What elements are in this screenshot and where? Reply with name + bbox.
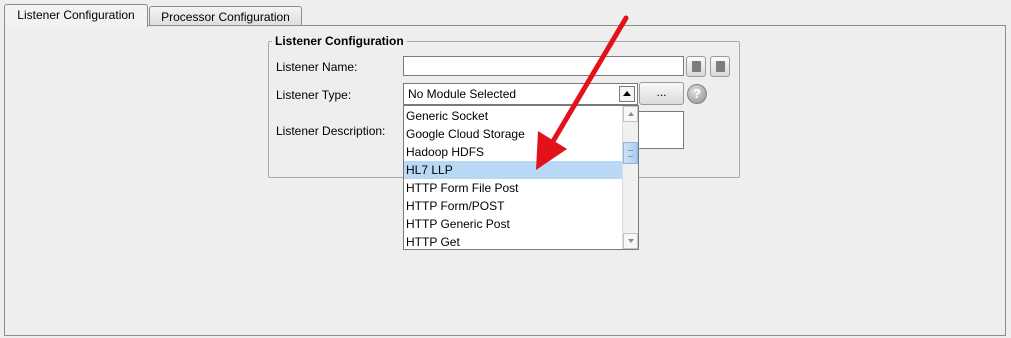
paste-name-button[interactable] bbox=[710, 56, 730, 77]
tab-listener-configuration[interactable]: Listener Configuration bbox=[4, 4, 148, 27]
listener-type-label: Listener Type: bbox=[276, 88, 352, 102]
paste-icon bbox=[713, 59, 725, 72]
listener-description-label: Listener Description: bbox=[276, 124, 386, 138]
listener-type-dropdown[interactable]: Generic Socket Google Cloud Storage Hado… bbox=[403, 105, 639, 250]
dropdown-scrollbar[interactable] bbox=[622, 106, 638, 249]
dropdown-option[interactable]: HTTP Form/POST bbox=[404, 197, 622, 215]
browse-type-button[interactable]: ... bbox=[639, 82, 684, 105]
help-icon[interactable]: ? bbox=[687, 84, 707, 104]
listener-name-input[interactable] bbox=[403, 56, 684, 76]
chevron-up-icon[interactable] bbox=[619, 86, 635, 102]
copy-icon bbox=[689, 59, 701, 72]
dropdown-option-selected[interactable]: HL7 LLP bbox=[404, 161, 622, 179]
listener-type-select[interactable]: No Module Selected bbox=[403, 83, 638, 105]
tab-processor-configuration[interactable]: Processor Configuration bbox=[149, 6, 302, 27]
group-title: Listener Configuration bbox=[272, 34, 407, 48]
dropdown-option[interactable]: Hadoop HDFS bbox=[404, 143, 622, 161]
dropdown-option[interactable]: HTTP Get bbox=[404, 233, 622, 249]
dropdown-option[interactable]: Generic Socket bbox=[404, 107, 622, 125]
listener-name-label: Listener Name: bbox=[276, 60, 358, 74]
listener-type-value: No Module Selected bbox=[408, 87, 517, 101]
scroll-down-icon[interactable] bbox=[623, 233, 638, 249]
dropdown-option[interactable]: HTTP Generic Post bbox=[404, 215, 622, 233]
dropdown-option[interactable]: HTTP Form File Post bbox=[404, 179, 622, 197]
scrollbar-thumb[interactable] bbox=[623, 142, 638, 164]
copy-name-button[interactable] bbox=[686, 56, 706, 77]
dropdown-option[interactable]: Google Cloud Storage bbox=[404, 125, 622, 143]
scroll-up-icon[interactable] bbox=[623, 106, 638, 122]
